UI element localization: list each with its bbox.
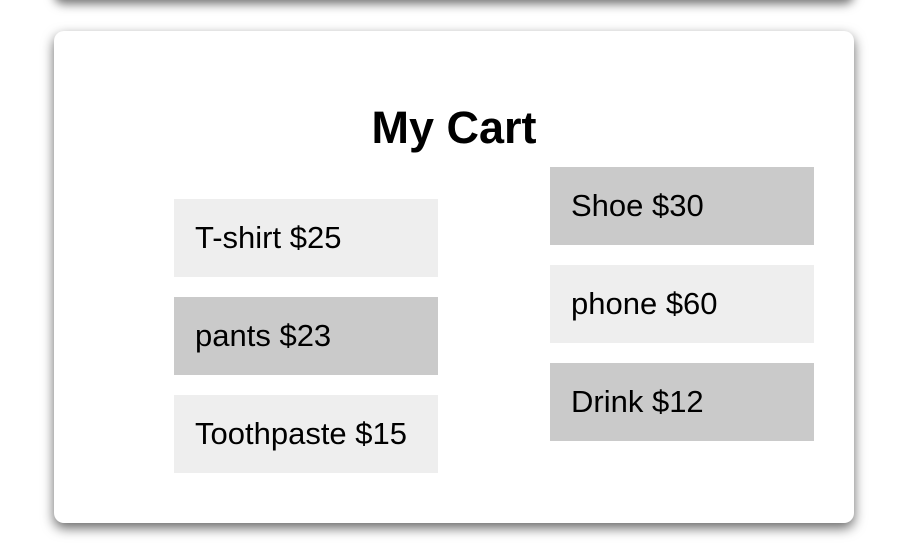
cart-item-shoe[interactable]: Shoe $30 [550,167,814,245]
cart-title: My Cart [371,102,537,153]
cart-item-label: pants $23 [195,318,332,353]
cart-item-pants[interactable]: pants $23 [174,297,438,375]
cart-item-tshirt[interactable]: T-shirt $25 [174,199,438,277]
cart-item-label: Toothpaste $15 [195,416,408,451]
cart-item-phone[interactable]: phone $60 [550,265,814,343]
cart-item-label: phone $60 [571,286,718,321]
cart-item-label: T-shirt $25 [195,220,342,255]
page: My Cart T-shirt $25 pants $23 Toothpaste… [0,0,918,558]
cart-item-label: Shoe $30 [571,188,704,223]
cart-item-toothpaste[interactable]: Toothpaste $15 [174,395,438,473]
cart-item-label: Drink $12 [571,384,704,419]
cart-item-drink[interactable]: Drink $12 [550,363,814,441]
cart-card: My Cart T-shirt $25 pants $23 Toothpaste… [54,31,854,523]
